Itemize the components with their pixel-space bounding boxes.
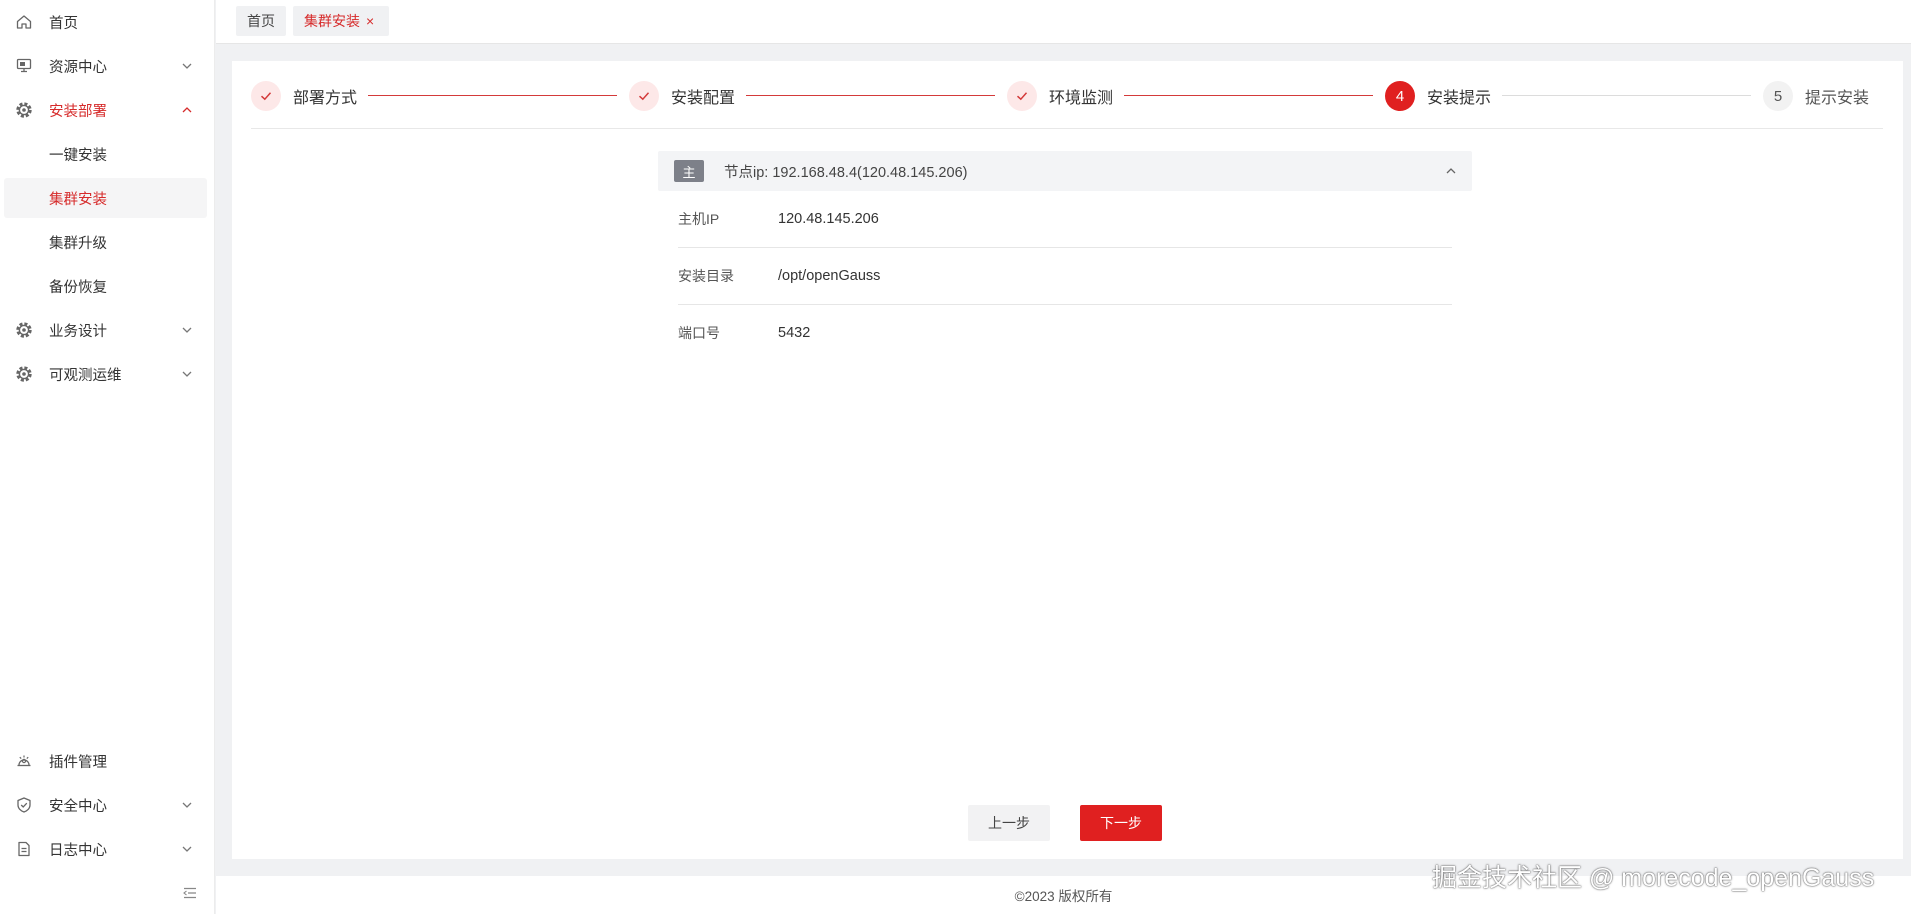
primary-node-badge: 主 <box>674 160 704 182</box>
sidebar-item-label: 日志中心 <box>49 842 107 859</box>
sidebar-item-label: 首页 <box>49 15 78 32</box>
step-deploy-method: 部署方式 <box>251 81 357 111</box>
sidebar-item-label: 安装部署 <box>49 103 107 120</box>
step-connector <box>746 95 995 96</box>
step-install-config: 安装配置 <box>629 81 735 111</box>
field-label: 安装目录 <box>678 268 734 284</box>
step-label: 提示安装 <box>1805 90 1870 107</box>
field-label: 端口号 <box>678 325 720 341</box>
sidebar-item-observability-ops[interactable]: 可观测运维 <box>0 354 215 394</box>
step-label: 安装配置 <box>671 90 736 107</box>
gear-icon <box>14 100 34 120</box>
field-value: /opt/openGauss <box>778 268 881 284</box>
resource-icon <box>14 56 34 76</box>
sidebar-item-resource-center[interactable]: 资源中心 <box>0 46 215 86</box>
step-env-check: 环境监测 <box>1007 81 1113 111</box>
check-icon <box>629 81 659 111</box>
field-value: 120.48.145.206 <box>778 211 879 227</box>
chevron-down-icon <box>180 323 194 337</box>
chevron-down-icon <box>180 59 194 73</box>
next-step-button[interactable]: 下一步 <box>1080 805 1162 841</box>
step-number: 4 <box>1385 81 1415 111</box>
sidebar-item-business-design[interactable]: 业务设计 <box>0 310 215 350</box>
watermark: 掘金技术社区 @ morecode_openGauss <box>1432 864 1875 892</box>
sidebar-item-label: 业务设计 <box>49 323 107 340</box>
tab-home[interactable]: 首页 <box>236 6 286 36</box>
sidebar-item-label: 集群升级 <box>49 235 107 252</box>
gear-icon <box>14 364 34 384</box>
sidebar-item-install-deploy[interactable]: 安装部署 <box>0 90 215 130</box>
field-value: 5432 <box>778 325 811 341</box>
sidebar-item-label: 安全中心 <box>49 798 107 815</box>
sidebar: 首页 资源中心 安装部署 一键安装 集群安装 集群升级 备份恢复 业务设计 可观… <box>0 0 215 914</box>
node-title: 节点ip: 192.168.48.4(120.48.145.206) <box>724 164 968 181</box>
divider <box>251 128 1883 129</box>
step-connector <box>1502 95 1751 96</box>
chevron-down-icon <box>180 842 194 856</box>
prev-step-button[interactable]: 上一步 <box>968 805 1050 841</box>
plugin-icon <box>14 751 34 771</box>
sidebar-item-one-click-install[interactable]: 一键安装 <box>0 134 215 174</box>
step-label: 安装提示 <box>1427 90 1492 107</box>
field-label: 主机IP <box>678 211 720 227</box>
sidebar-item-label: 集群安装 <box>49 191 107 208</box>
field-row-host-ip: 主机IP 120.48.145.206 <box>678 191 1452 248</box>
copyright-text: ©2023 版权所有 <box>1014 889 1113 904</box>
sidebar-item-label: 一键安装 <box>49 147 107 164</box>
step-prompt-install: 5 提示安装 <box>1763 81 1869 111</box>
tab-label: 集群安装 <box>304 13 360 29</box>
field-row-install-dir: 安装目录 /opt/openGauss <box>678 248 1452 305</box>
step-number: 5 <box>1763 81 1793 111</box>
sidebar-item-cluster-install[interactable]: 集群安装 <box>4 178 207 218</box>
chevron-up-icon <box>180 103 194 117</box>
sidebar-item-label: 可观测运维 <box>49 367 122 384</box>
tab-label: 首页 <box>247 13 275 29</box>
chevron-down-icon <box>180 367 194 381</box>
step-label: 部署方式 <box>293 90 358 107</box>
step-label: 环境监测 <box>1049 90 1114 107</box>
shield-icon <box>14 795 34 815</box>
home-icon <box>14 12 34 32</box>
sidebar-item-home[interactable]: 首页 <box>0 2 215 42</box>
check-icon <box>1007 81 1037 111</box>
gear-icon <box>14 320 34 340</box>
sidebar-item-backup-restore[interactable]: 备份恢复 <box>0 266 215 306</box>
close-icon[interactable]: × <box>366 13 374 29</box>
field-row-port: 端口号 5432 <box>678 305 1452 362</box>
chevron-up-icon[interactable] <box>1444 164 1458 178</box>
main-panel: 部署方式 安装配置 环境监测 4 安装提示 5 提示安装 主 节点ip: 192… <box>232 61 1903 859</box>
steps-bar: 部署方式 安装配置 环境监测 4 安装提示 5 提示安装 <box>232 61 1903 129</box>
tab-cluster-install[interactable]: 集群安装 × <box>293 6 389 36</box>
check-icon <box>251 81 281 111</box>
sidebar-item-plugin-management[interactable]: 插件管理 <box>0 741 215 781</box>
step-connector <box>1124 95 1373 96</box>
sidebar-item-label: 资源中心 <box>49 59 107 76</box>
node-collapse-header[interactable]: 主 节点ip: 192.168.48.4(120.48.145.206) <box>658 151 1472 191</box>
collapse-sidebar-icon[interactable] <box>181 884 199 902</box>
sidebar-item-label: 备份恢复 <box>49 279 107 296</box>
sidebar-item-cluster-upgrade[interactable]: 集群升级 <box>0 222 215 262</box>
log-icon <box>14 839 34 859</box>
step-connector <box>368 95 617 96</box>
tab-bar: 首页 集群安装 × <box>216 0 1911 44</box>
sidebar-item-log-center[interactable]: 日志中心 <box>0 829 215 869</box>
step-install-tips: 4 安装提示 <box>1385 81 1491 111</box>
chevron-down-icon <box>180 798 194 812</box>
sidebar-item-security-center[interactable]: 安全中心 <box>0 785 215 825</box>
sidebar-item-label: 插件管理 <box>49 754 107 771</box>
